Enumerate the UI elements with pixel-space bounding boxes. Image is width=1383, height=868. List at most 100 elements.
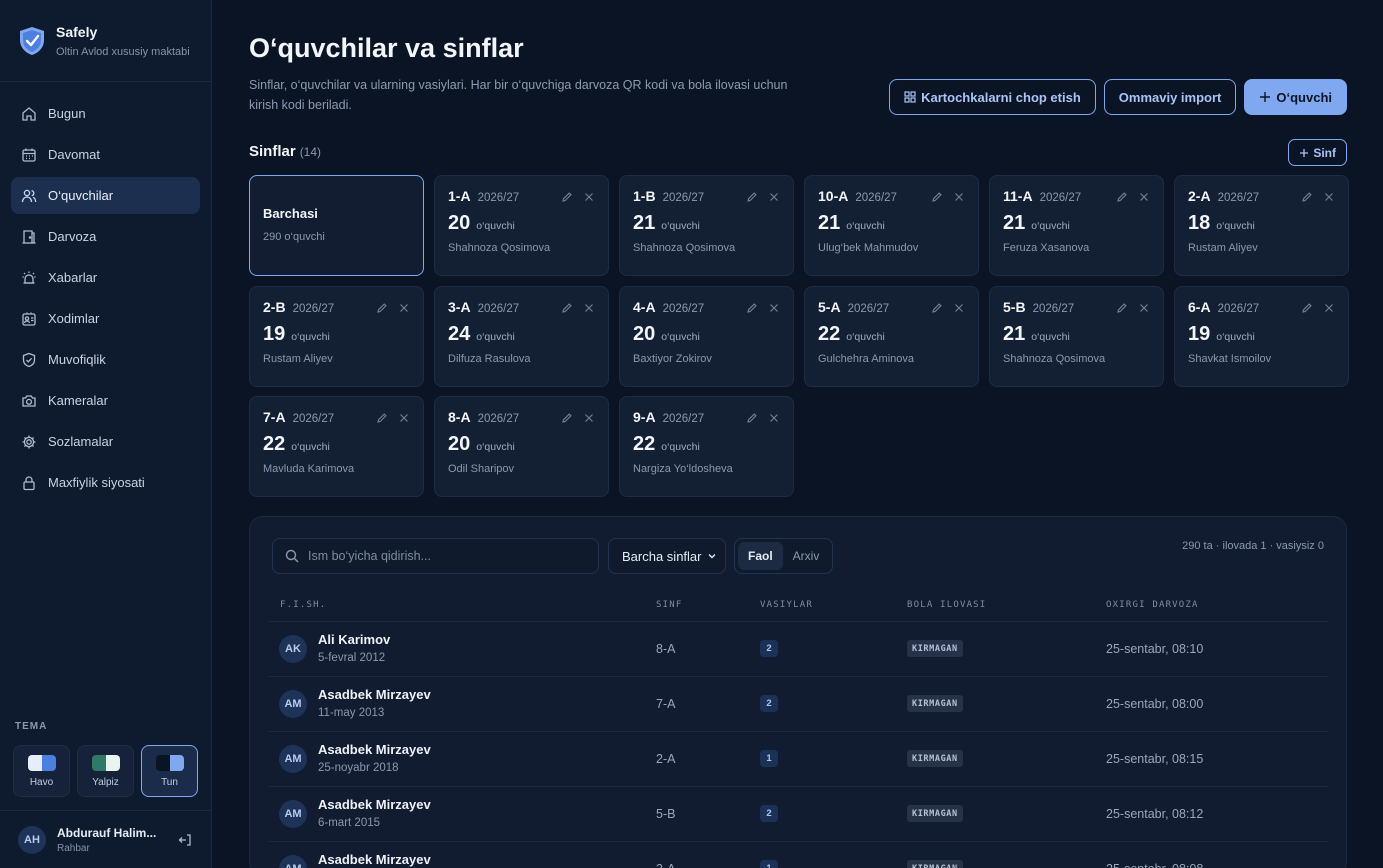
students-table: AK Ali Karimov 5-fevral 2012 8-A 2 KIRMAGAN 25… (268, 621, 1328, 868)
class-card[interactable]: 9-A 2026/27 22 o‘quvchi Nargiza Yo‘ldosheva (619, 396, 794, 497)
class-card[interactable]: 1-A 2026/27 20 o‘quvchi Shahnoza Qosimova (434, 175, 609, 276)
close-icon[interactable] (583, 302, 595, 314)
bulk-import-button[interactable]: Ommaviy import (1103, 79, 1237, 115)
class-name: 2-B (263, 298, 286, 315)
class-name: 9-A (633, 409, 656, 425)
class-card-all[interactable]: Barchasi 290 o‘quvchi (249, 175, 424, 276)
edit-icon[interactable] (561, 412, 573, 424)
edit-icon[interactable] (376, 302, 388, 314)
edit-icon[interactable] (561, 191, 573, 203)
student-count: 21 (633, 212, 656, 234)
class-year: 2026/27 (1032, 302, 1075, 315)
sidebar-item-sozlamalar[interactable]: Sozlamalar (11, 423, 200, 460)
table-row[interactable]: AK Ali Karimov 5-fevral 2012 8-A 2 KIRMAGAN 25… (268, 621, 1328, 676)
close-icon[interactable] (1138, 191, 1150, 203)
user-name: Abdurauf Halim... (57, 825, 157, 840)
sidebar-item-maxfiylik[interactable]: Maxfiylik siyosati (11, 464, 200, 501)
add-student-button[interactable]: O‘quvchi (1244, 79, 1347, 115)
edit-icon[interactable] (561, 302, 573, 314)
edit-icon[interactable] (1301, 191, 1313, 203)
print-cards-button[interactable]: Kartochkalarni chop etish (889, 79, 1096, 115)
user-role: Rahbar (57, 842, 90, 854)
edit-icon[interactable] (931, 191, 943, 203)
edit-icon[interactable] (746, 302, 758, 314)
theme-tun-button[interactable]: Tun (141, 745, 198, 797)
theme-yalpiz-button[interactable]: Yalpiz (77, 745, 134, 797)
edit-icon[interactable] (746, 412, 758, 424)
student-name: Asadbek Mirzayev (318, 742, 431, 757)
class-card[interactable]: 5-B 2026/27 21 o‘quvchi Shahnoza Qosimova (989, 285, 1164, 387)
edit-icon[interactable] (376, 412, 388, 424)
guardians-badge: 1 (760, 860, 778, 868)
edit-icon[interactable] (1301, 302, 1313, 314)
search-box[interactable] (272, 538, 599, 574)
class-teacher: Rustam Aliyev (1188, 242, 1258, 254)
sidebar-item-xabarlar[interactable]: Xabarlar (11, 259, 200, 296)
sidebar-item-oquvchilar[interactable]: O‘quvchilar (11, 177, 200, 214)
sidebar-item-kameralar[interactable]: Kameralar (11, 382, 200, 419)
close-icon[interactable] (768, 302, 780, 314)
sidebar-item-bugun[interactable]: Bugun (11, 95, 200, 132)
grid-icon (904, 91, 916, 103)
sidebar-item-darvoza[interactable]: Darvoza (11, 218, 200, 255)
class-card[interactable]: 10-A 2026/27 21 o‘quvchi Ulug‘bek Mahmudov (804, 175, 979, 276)
status-active-tab[interactable]: Faol (738, 542, 783, 570)
class-year: 2026/27 (662, 302, 705, 315)
table-row[interactable]: AM Asadbek Mirzayev 11-may 2013 7-A 2 KIRMAGA… (268, 676, 1328, 731)
last-gate-time: 25-sentabr, 08:12 (1106, 807, 1204, 821)
close-icon[interactable] (1323, 191, 1335, 203)
class-card[interactable]: 8-A 2026/27 20 o‘quvchi Odil Sharipov (434, 396, 609, 497)
status-archive-tab[interactable]: Arxiv (783, 542, 830, 570)
sidebar-item-label: Xodimlar (48, 311, 100, 326)
shield-check-icon (22, 352, 36, 367)
close-icon[interactable] (583, 191, 595, 203)
class-card[interactable]: 2-B 2026/27 19 o‘quvchi Rustam Aliyev (249, 285, 424, 387)
logout-icon[interactable] (177, 832, 193, 848)
theme-havo-button[interactable]: Havo (13, 745, 70, 797)
close-icon[interactable] (768, 191, 780, 203)
class-filter-select[interactable]: Barcha sinflar (608, 538, 726, 574)
class-card[interactable]: 1-B 2026/27 21 o‘quvchi Shahnoza Qosimova (619, 175, 794, 276)
edit-icon[interactable] (746, 191, 758, 203)
last-gate-time: 25-sentabr, 08:08 (1106, 862, 1203, 868)
class-card[interactable]: 11-A 2026/27 21 o‘quvchi Feruza Xasanova (989, 175, 1164, 276)
edit-icon[interactable] (931, 302, 943, 314)
add-class-button[interactable]: Sinf (1288, 139, 1347, 166)
edit-icon[interactable] (1116, 302, 1128, 314)
student-count: 21 (818, 212, 841, 234)
class-card[interactable]: 7-A 2026/27 22 o‘quvchi Mavluda Karimova (249, 396, 424, 497)
class-card[interactable]: 4-A 2026/27 20 o‘quvchi Baxtiyor Zokirov (619, 285, 794, 387)
theme-label: TEMA (15, 721, 48, 732)
close-icon[interactable] (398, 302, 410, 314)
table-row[interactable]: AM Asadbek Mirzayev 3-A 1 KIRMAGAN 25-sentabr… (268, 841, 1328, 868)
theme-name: Tun (161, 776, 178, 788)
student-count: 18 (1188, 212, 1211, 234)
close-icon[interactable] (1138, 302, 1150, 314)
class-card[interactable]: 2-A 2026/27 18 o‘quvchi Rustam Aliyev (1174, 175, 1349, 276)
student-count-unit: o‘quvchi (291, 330, 330, 343)
class-card[interactable]: 5-A 2026/27 22 o‘quvchi Gulchehra Aminova (804, 285, 979, 387)
class-card[interactable]: 3-A 2026/27 24 o‘quvchi Dilfuza Rasulova (434, 285, 609, 387)
sidebar-item-muvofiqlik[interactable]: Muvofiqlik (11, 341, 200, 378)
table-row[interactable]: AM Asadbek Mirzayev 25-noyabr 2018 2-A 1 KIRM… (268, 731, 1328, 786)
student-count-unit: o‘quvchi (1031, 330, 1070, 343)
class-teacher: Odil Sharipov (448, 463, 515, 475)
class-name: 5-B (1003, 298, 1026, 315)
button-label: Ommaviy import (1118, 89, 1222, 105)
class-year: 2026/27 (477, 192, 520, 204)
close-icon[interactable] (768, 412, 780, 424)
close-icon[interactable] (953, 191, 965, 203)
search-input[interactable] (308, 549, 578, 563)
close-icon[interactable] (583, 412, 595, 424)
class-teacher: Baxtiyor Zokirov (633, 352, 712, 365)
close-icon[interactable] (1323, 302, 1335, 314)
close-icon[interactable] (398, 412, 410, 424)
edit-icon[interactable] (1116, 191, 1128, 203)
sidebar-item-davomat[interactable]: Davomat (11, 136, 200, 173)
table-row[interactable]: AM Asadbek Mirzayev 6-mart 2015 5-B 2 KIRMAGA… (268, 786, 1328, 841)
sidebar-item-xodimlar[interactable]: Xodimlar (11, 300, 200, 337)
student-count: 20 (448, 433, 471, 455)
class-card[interactable]: 6-A 2026/27 19 o‘quvchi Shavkat Ismoilov (1174, 285, 1349, 387)
close-icon[interactable] (953, 302, 965, 314)
column-header-guardians: VASIYLAR (760, 600, 813, 610)
